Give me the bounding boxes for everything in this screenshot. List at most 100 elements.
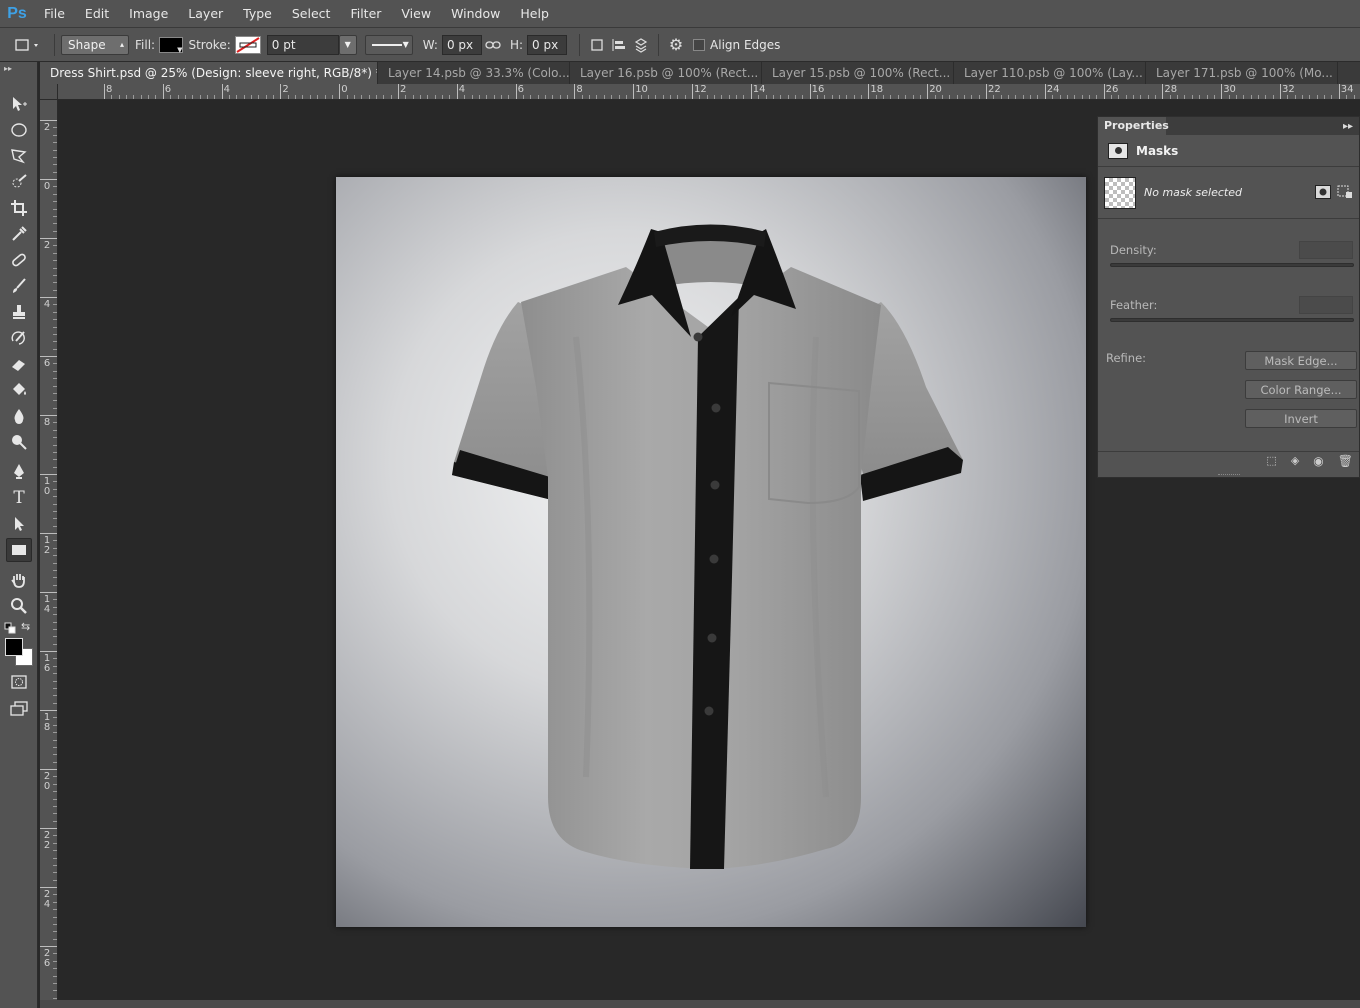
properties-tab[interactable]: Properties <box>1098 117 1169 135</box>
mask-edge-button[interactable]: Mask Edge... <box>1245 351 1357 370</box>
feather-slider[interactable] <box>1110 318 1354 322</box>
swap-colors-icon[interactable]: ⇆ <box>21 620 30 633</box>
path-arrangement-icon[interactable] <box>630 34 652 56</box>
ruler-minor-tick <box>53 186 57 188</box>
ruler-minor-tick <box>53 695 57 697</box>
ruler-major-tick <box>1044 84 1046 99</box>
horizontal-ruler[interactable]: 8 6 4 2 0 2 4 6 8 10 12 14 16 18 20 22 24 26 28 30 32 34 <box>58 84 1360 100</box>
eye-icon[interactable]: ◉ <box>1313 454 1323 468</box>
menu-image[interactable]: Image <box>119 0 178 28</box>
density-slider[interactable] <box>1110 263 1354 267</box>
ruler-minor-tick <box>405 95 407 99</box>
load-selection-icon[interactable]: ⬚ <box>1266 454 1276 467</box>
ruler-minor-tick <box>493 95 495 99</box>
width-input[interactable]: 0 px <box>441 34 482 55</box>
density-input[interactable] <box>1299 241 1353 259</box>
apply-mask-icon[interactable]: ◈ <box>1291 454 1299 467</box>
align-edges-checkbox[interactable] <box>693 38 706 51</box>
menu-view[interactable]: View <box>391 0 441 28</box>
spot-healing-icon[interactable] <box>6 248 32 272</box>
height-input[interactable]: 0 px <box>527 34 568 55</box>
ruler-minor-tick <box>53 791 57 793</box>
paint-bucket-icon[interactable] <box>6 378 32 402</box>
tool-mode-select[interactable]: Shape ▴ <box>61 34 129 55</box>
quick-mask-icon[interactable] <box>6 670 32 694</box>
collapse-panel-icon[interactable]: ▸▸ <box>1343 121 1353 132</box>
add-pixel-mask-icon[interactable] <box>1315 185 1331 202</box>
zoom-icon[interactable] <box>6 594 32 618</box>
stroke-type-select[interactable]: ▼ <box>364 34 413 55</box>
photoshop-logo: Ps <box>7 4 27 22</box>
default-colors-icon[interactable] <box>4 622 16 637</box>
stroke-swatch[interactable] <box>234 35 261 54</box>
menu-type[interactable]: Type <box>233 0 282 28</box>
ruler-minor-tick <box>765 95 767 99</box>
mask-thumbnail <box>1104 176 1136 209</box>
menu-edit[interactable]: Edit <box>75 0 119 28</box>
tab-layer-16[interactable]: Layer 16.psb @ 100% (Rect... ✕ <box>570 62 762 84</box>
history-brush-icon[interactable] <box>6 326 32 350</box>
foreground-color-swatch[interactable] <box>5 638 23 656</box>
menu-help[interactable]: Help <box>510 0 559 28</box>
ruler-minor-tick <box>794 95 796 99</box>
path-alignment-icon[interactable] <box>608 34 630 56</box>
tab-layer-15[interactable]: Layer 15.psb @ 100% (Rect... ✕ <box>762 62 954 84</box>
ruler-minor-tick <box>53 333 57 335</box>
ruler-major-tick <box>1338 84 1340 99</box>
panel-resize-grip[interactable] <box>1218 474 1240 477</box>
screen-mode-icon[interactable] <box>6 696 32 720</box>
gear-icon[interactable]: ⚙ <box>665 34 687 56</box>
rectangle-tool-icon[interactable] <box>6 538 32 562</box>
ruler-minor-tick <box>1155 95 1157 99</box>
blur-icon[interactable] <box>6 404 32 428</box>
properties-header: Properties ▸▸ <box>1098 117 1359 135</box>
move-tool-icon[interactable] <box>6 92 32 116</box>
ruler-minor-tick <box>420 95 422 99</box>
crop-icon[interactable] <box>6 196 32 220</box>
menu-select[interactable]: Select <box>282 0 341 28</box>
elliptical-marquee-icon[interactable] <box>6 118 32 142</box>
add-vector-mask-icon[interactable] <box>1337 183 1353 202</box>
menu-filter[interactable]: Filter <box>340 0 391 28</box>
trash-icon[interactable]: 🗑 <box>1338 454 1353 468</box>
collapse-toolbar-icon[interactable]: ▸▸ <box>4 64 12 73</box>
eyedropper-icon[interactable] <box>6 222 32 246</box>
menu-file[interactable]: File <box>34 0 75 28</box>
ruler-minor-tick <box>361 95 363 99</box>
brush-icon[interactable] <box>6 274 32 298</box>
path-operations-icon[interactable] <box>586 34 608 56</box>
pen-icon[interactable] <box>6 460 32 484</box>
menu-layer[interactable]: Layer <box>178 0 233 28</box>
polygonal-lasso-icon[interactable] <box>6 144 32 168</box>
tab-dress-shirt[interactable]: Dress Shirt.psd @ 25% (Design: sleeve ri… <box>40 62 378 84</box>
ruler-minor-tick <box>155 95 157 99</box>
fill-swatch[interactable]: ▼ <box>159 36 184 54</box>
ruler-minor-tick <box>184 95 186 99</box>
type-icon[interactable]: T <box>6 486 32 510</box>
quick-selection-icon[interactable] <box>6 170 32 194</box>
hand-icon[interactable] <box>6 568 32 592</box>
ruler-minor-tick <box>1309 95 1311 99</box>
tool-preset-picker[interactable] <box>8 34 48 56</box>
feather-input[interactable] <box>1299 296 1353 314</box>
ruler-minor-tick <box>133 95 135 99</box>
ruler-minor-tick <box>111 95 113 99</box>
vertical-ruler[interactable]: 202468101214161820222426 <box>40 100 58 1008</box>
stroke-width-input[interactable]: 0 pt <box>266 34 339 55</box>
document-canvas[interactable] <box>336 177 1086 927</box>
ruler-origin[interactable] <box>40 84 58 100</box>
tab-layer-14[interactable]: Layer 14.psb @ 33.3% (Colo... ✕ <box>378 62 570 84</box>
invert-button[interactable]: Invert <box>1245 409 1357 428</box>
dodge-icon[interactable] <box>6 430 32 454</box>
clone-stamp-icon[interactable] <box>6 300 32 324</box>
eraser-icon[interactable] <box>6 352 32 376</box>
menu-window[interactable]: Window <box>441 0 510 28</box>
color-range-button[interactable]: Color Range... <box>1245 380 1357 399</box>
link-dimensions-icon[interactable] <box>482 34 504 56</box>
tab-layer-171[interactable]: Layer 171.psb @ 100% (Mo... ✕ <box>1146 62 1338 84</box>
stroke-width-dropdown[interactable]: ▼ <box>338 34 357 55</box>
tab-layer-110[interactable]: Layer 110.psb @ 100% (Lay... ✕ <box>954 62 1146 84</box>
ruler-minor-tick <box>53 702 57 704</box>
ruler-minor-tick <box>53 562 57 564</box>
path-selection-icon[interactable] <box>6 512 32 536</box>
